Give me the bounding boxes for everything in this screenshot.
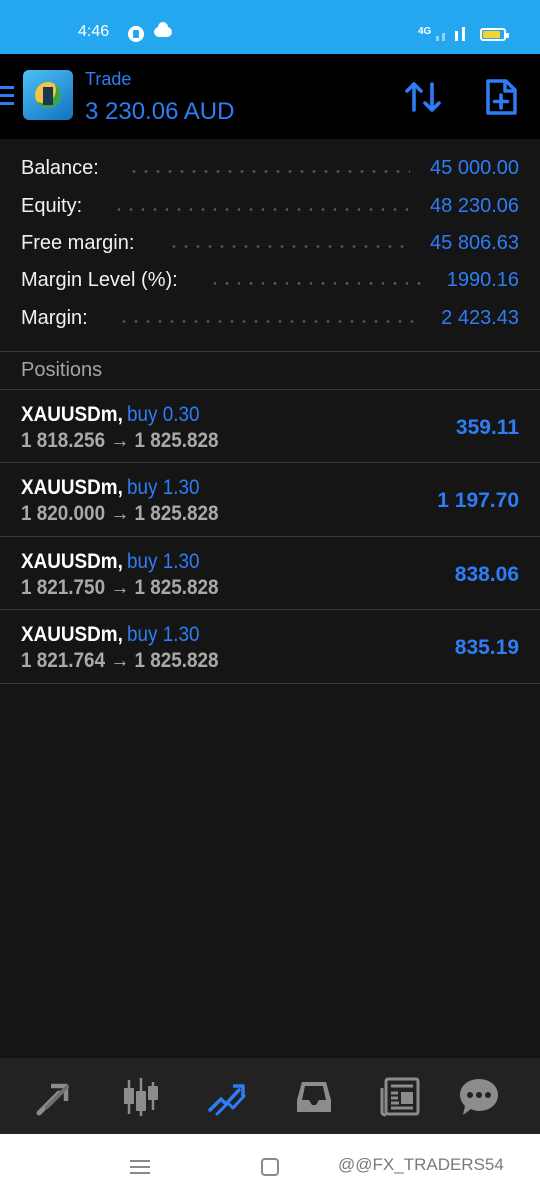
position-prices: 1 818.256 → 1 825.828 [21, 429, 219, 452]
divider [0, 683, 540, 684]
position-side: buy 0.30 [127, 403, 200, 426]
system-navigation-bar: @@FX_TRADERS54 [0, 1134, 540, 1200]
signal-icon [462, 27, 465, 41]
position-profit: 835.19 [454, 636, 519, 659]
position-profit: 1 197.70 [437, 489, 519, 512]
divider [0, 351, 540, 352]
dot-leader [118, 320, 418, 323]
menu-icon[interactable] [0, 86, 16, 108]
position-side: buy 1.30 [127, 623, 200, 646]
news-icon[interactable] [379, 1076, 421, 1118]
signal-icon [442, 33, 445, 41]
position-symbol: XAUUSDm, [21, 403, 123, 426]
position-prices: 1 821.750 → 1 825.828 [21, 576, 219, 599]
position-row[interactable]: XAUUSDm, buy 1.30 1 820.000 → 1 825.828 … [0, 463, 540, 536]
recent-apps-icon[interactable] [130, 1159, 150, 1175]
position-row[interactable]: XAUUSDm, buy 1.30 1 821.750 → 1 825.828 … [0, 537, 540, 610]
trade-icon[interactable] [206, 1076, 248, 1118]
watermark-text: @@FX_TRADERS54 [338, 1155, 504, 1174]
summary-row-margin-level: Margin Level (%): 1990.16 [0, 251, 540, 291]
account-profit: 3 230.06 AUD [85, 98, 235, 125]
position-row[interactable]: XAUUSDm, buy 0.30 1 818.256 → 1 825.828 … [0, 390, 540, 463]
position-row[interactable]: XAUUSDm, buy 1.30 1 821.764 → 1 825.828 … [0, 610, 540, 683]
messages-icon[interactable] [458, 1076, 500, 1118]
page-title: Trade [85, 69, 132, 89]
app-notification-icon [128, 26, 144, 42]
dot-leader [209, 282, 429, 285]
battery-icon [480, 28, 509, 41]
position-prices: 1 820.000 → 1 825.828 [21, 502, 219, 525]
bottom-navigation [0, 1058, 540, 1134]
margin-value: 2 423.43 [441, 307, 519, 329]
chart-icon[interactable] [120, 1076, 162, 1118]
account-summary: Balance: 45 000.00 Equity: 48 230.06 Fre… [0, 139, 540, 351]
summary-row-balance: Balance: 45 000.00 [0, 139, 540, 179]
cloud-icon [154, 22, 172, 37]
position-symbol: XAUUSDm, [21, 550, 123, 573]
new-order-icon[interactable] [484, 78, 518, 116]
position-profit: 838.06 [454, 563, 519, 586]
dot-leader [168, 245, 412, 248]
summary-row-free-margin: Free margin: 45 806.63 [0, 214, 540, 254]
summary-row-margin: Margin: 2 423.43 [0, 289, 540, 329]
home-icon[interactable] [261, 1158, 279, 1176]
signal-icon [455, 31, 458, 41]
dot-leader [128, 170, 410, 173]
summary-row-equity: Equity: 48 230.06 [0, 177, 540, 217]
margin-label: Margin: [21, 307, 88, 329]
dot-leader [113, 208, 410, 211]
app-header: Trade 3 230.06 AUD [0, 54, 540, 139]
network-type: 4G [418, 26, 432, 37]
position-side: buy 1.30 [127, 550, 200, 573]
position-symbol: XAUUSDm, [21, 623, 123, 646]
sort-icon[interactable] [404, 79, 442, 115]
quotes-icon[interactable] [34, 1076, 76, 1118]
position-prices: 1 821.764 → 1 825.828 [21, 649, 219, 672]
status-time: 4:46 [78, 23, 110, 40]
status-bar: 4:46 4G [0, 0, 540, 54]
position-profit: 359.11 [455, 416, 519, 439]
history-icon[interactable] [293, 1076, 335, 1118]
positions-title: Positions [21, 359, 103, 381]
position-symbol: XAUUSDm, [21, 476, 123, 499]
metatrader-logo [23, 70, 73, 120]
position-side: buy 1.30 [127, 476, 200, 499]
signal-icon [436, 36, 439, 41]
